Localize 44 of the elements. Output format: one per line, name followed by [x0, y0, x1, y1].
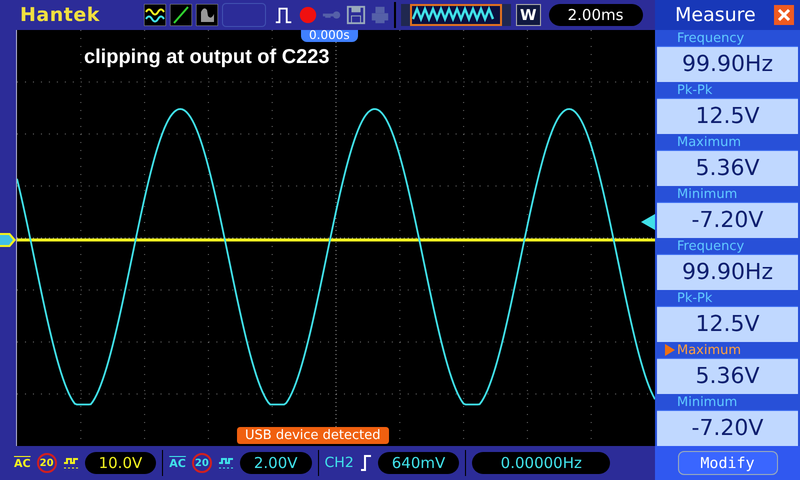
measure-value: 99.90Hz [657, 46, 798, 82]
measure-value: 12.5V [657, 306, 798, 342]
trigger-level-display[interactable]: 640mV [378, 452, 460, 474]
measure-value: -7.20V [657, 202, 798, 238]
close-icon[interactable] [774, 5, 794, 25]
coupling-label[interactable]: AC [14, 456, 31, 470]
measure-value: -7.20V [657, 410, 798, 446]
measure-value: 5.36V [657, 150, 798, 186]
measure-label[interactable]: Frequency [677, 30, 744, 46]
volts-per-div-display[interactable]: 10.0V [84, 452, 156, 474]
measure-value: 12.5V [657, 98, 798, 134]
probe-icon[interactable] [218, 457, 234, 469]
measure-value: 5.36V [657, 358, 798, 394]
probe-icon[interactable] [62, 457, 79, 469]
measure-label[interactable]: Maximum [677, 134, 742, 150]
measure-label[interactable]: Pk-Pk [677, 290, 712, 306]
trigger-position-label[interactable]: 0.000s [301, 30, 358, 42]
channel-marker-icon[interactable] [0, 232, 16, 248]
timebase-display[interactable]: 2.00ms [548, 4, 643, 26]
frequency-display: 0.00000Hz [472, 452, 610, 474]
rising-edge-icon[interactable] [360, 455, 372, 471]
brand-logo: Hantek [20, 4, 101, 26]
waveform-icon[interactable] [144, 4, 166, 26]
bandwidth-limit-badge[interactable]: 20 [36, 453, 57, 473]
measure-value: 99.90Hz [657, 254, 798, 290]
bandwidth-limit-badge[interactable]: 20 [192, 453, 212, 473]
measure-label[interactable]: Minimum [677, 186, 738, 202]
coupling-label[interactable]: AC [169, 456, 186, 470]
persistence-icon[interactable] [196, 4, 218, 26]
volts-per-div-display[interactable]: 2.00V [240, 452, 312, 474]
pulse-icon[interactable] [274, 5, 294, 25]
notification-banner: USB device detected [237, 427, 388, 444]
measure-label[interactable]: Frequency [677, 238, 744, 254]
trigger-source-label[interactable]: CH2 [324, 455, 354, 471]
empty-slot [222, 3, 266, 27]
xy-line-icon[interactable] [170, 4, 192, 26]
measure-label[interactable]: Minimum [677, 394, 738, 410]
measure-label[interactable]: Pk-Pk [677, 82, 712, 98]
panel-title: Measure [675, 4, 756, 26]
waveform-overview[interactable] [400, 4, 512, 26]
zoom-key[interactable]: W [516, 4, 541, 26]
annotation-text: clipping at output of C223 [84, 46, 330, 69]
modify-button[interactable]: Modify [678, 451, 778, 475]
save-icon[interactable] [346, 5, 366, 25]
